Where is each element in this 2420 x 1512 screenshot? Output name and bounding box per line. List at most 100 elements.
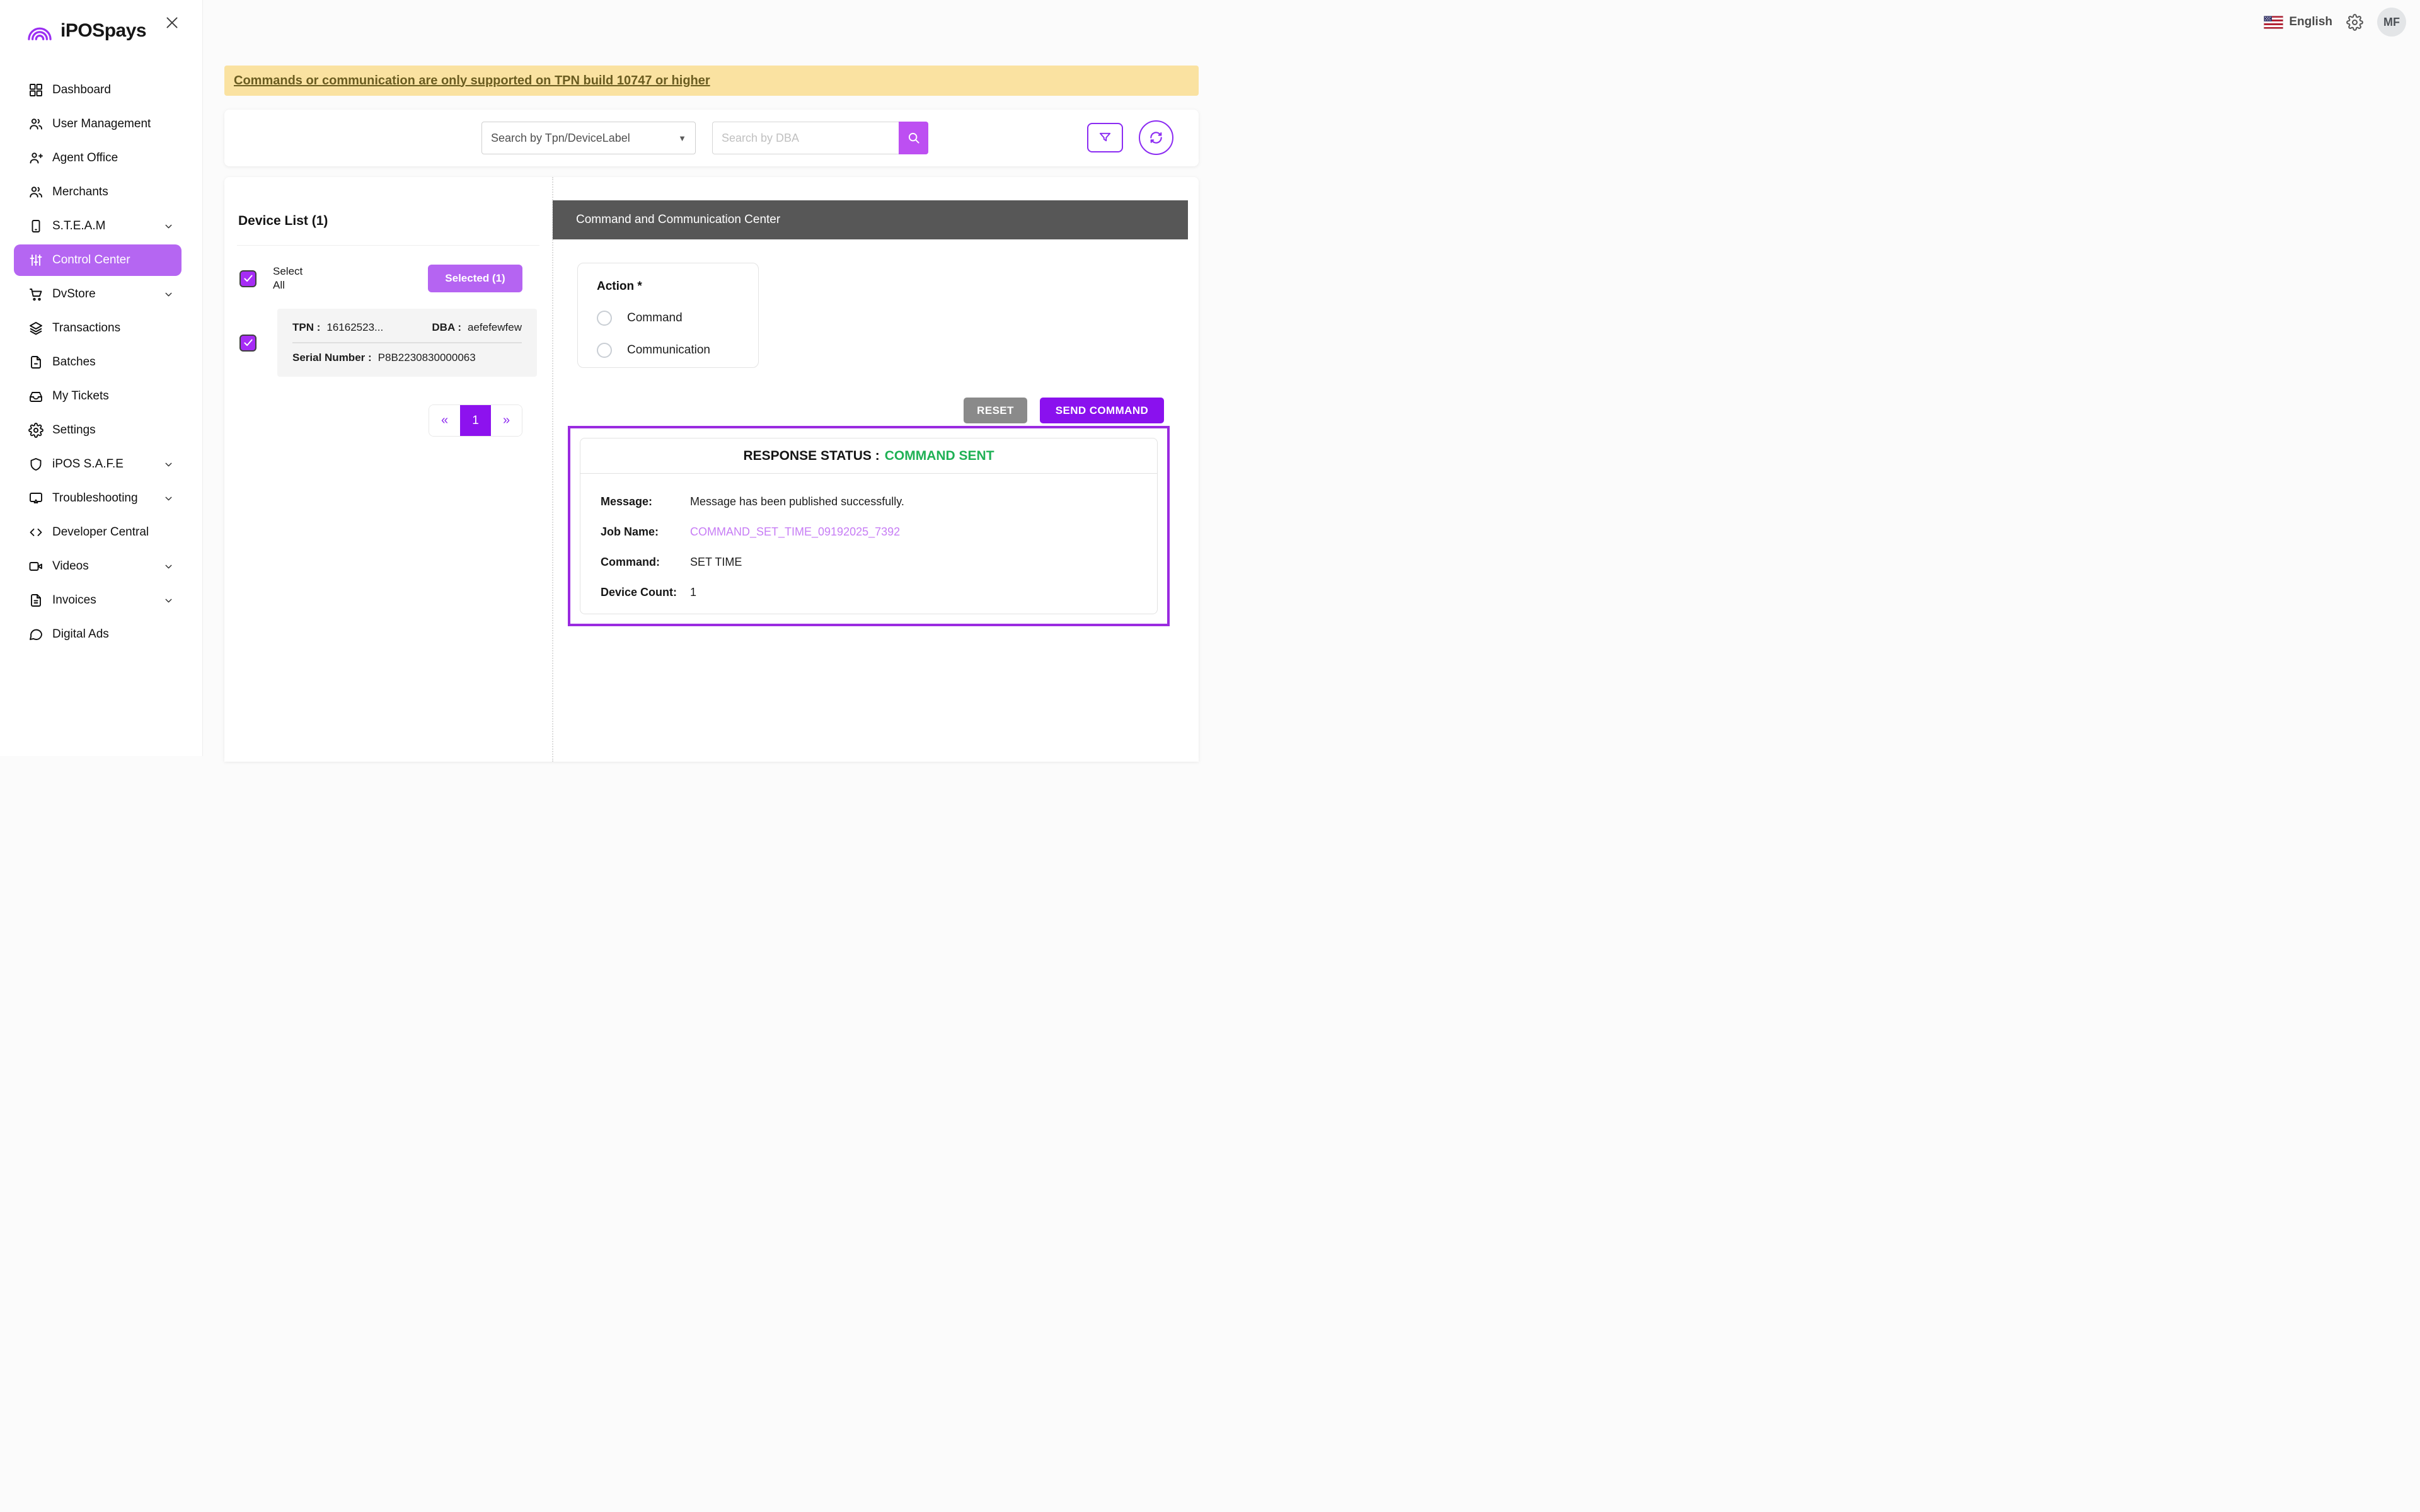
sidebar-item-user-management[interactable]: User Management [14, 108, 182, 140]
screen-share-icon [28, 491, 43, 507]
panel-divider [552, 177, 553, 762]
tpn-device-dropdown[interactable]: Search by Tpn/DeviceLabel ▼ [481, 122, 696, 154]
app-title: iPOSpays [60, 20, 146, 42]
close-icon[interactable] [163, 14, 181, 32]
sidebar-item-steam[interactable]: S.T.E.A.M [14, 210, 182, 242]
select-all-line2: All [273, 278, 302, 292]
pagination-prev-button[interactable]: « [429, 405, 460, 436]
response-row-device-count: Device Count: 1 [601, 586, 1157, 599]
sidebar-item-agent-office[interactable]: Agent Office [14, 142, 182, 174]
sidebar-item-label: Transactions [52, 321, 120, 335]
search-icon [907, 131, 921, 145]
dashboard-grid-icon [28, 83, 43, 98]
search-button[interactable] [899, 122, 928, 154]
chevron-down-icon [163, 561, 174, 572]
response-status-label: RESPONSE STATUS : [743, 449, 879, 464]
dba-label: DBA : [432, 321, 461, 334]
action-card: Action * Command Communication [577, 263, 759, 368]
shield-icon [28, 457, 43, 472]
pagination-next-button[interactable]: » [491, 405, 522, 436]
tpn-value: 16162523... [326, 321, 383, 334]
device-list-title: Device List (1) [238, 214, 552, 229]
sidebar-item-dvstore[interactable]: DvStore [14, 278, 182, 310]
sidebar-item-label: Videos [52, 559, 89, 573]
divider [237, 245, 539, 246]
video-camera-icon [28, 559, 43, 575]
selected-count-button[interactable]: Selected (1) [428, 265, 522, 292]
device-list-panel: Device List (1) Select All Selected (1) [224, 177, 552, 762]
response-status-value: COMMAND SENT [885, 449, 994, 464]
device-checkbox[interactable] [239, 335, 256, 352]
sidebar-item-batches[interactable]: Batches [14, 346, 182, 378]
refresh-button[interactable] [1139, 120, 1173, 155]
radio-label: Command [627, 311, 683, 325]
reset-button[interactable]: RESET [964, 398, 1027, 423]
job-name-link[interactable]: COMMAND_SET_TIME_09192025_7392 [690, 525, 900, 539]
response-inner-card: RESPONSE STATUS : COMMAND SENT Message: … [580, 438, 1158, 614]
sidebar-item-label: Dashboard [52, 83, 111, 97]
response-row-value: SET TIME [690, 556, 742, 569]
device-card-bottom-line: Serial Number : P8B2230830000063 [292, 352, 522, 364]
refresh-sync-icon [1148, 129, 1165, 146]
filter-button[interactable] [1087, 123, 1123, 152]
action-label: Action * [597, 280, 739, 294]
response-row-value: Message has been published successfully. [690, 495, 904, 508]
sidebar-item-settings[interactable]: Settings [14, 415, 182, 446]
send-command-button[interactable]: SEND COMMAND [1040, 398, 1164, 423]
dropdown-selected-value: Search by Tpn/DeviceLabel [491, 132, 630, 145]
command-center-header: Command and Communication Center [553, 200, 1188, 239]
radio-button-icon[interactable] [597, 343, 612, 358]
response-row-value: 1 [690, 586, 696, 599]
serial-label: Serial Number : [292, 352, 372, 364]
sidebar-item-label: DvStore [52, 287, 96, 301]
chevron-down-icon [163, 595, 174, 606]
sidebar-item-label: My Tickets [52, 389, 109, 403]
sidebar-item-ipos-safe[interactable]: iPOS S.A.F.E [14, 449, 182, 480]
select-all-label: Select All [273, 265, 302, 292]
search-dba-input[interactable] [712, 122, 899, 154]
device-card[interactable]: TPN : 16162523... DBA : aefefewfew Seria… [277, 309, 537, 377]
banner-link[interactable]: Commands or communication are only suppo… [234, 74, 710, 88]
sidebar-item-label: Agent Office [52, 151, 118, 165]
sidebar-item-label: User Management [52, 117, 151, 131]
pagination: « 1 » [429, 404, 522, 437]
sidebar-item-dashboard[interactable]: Dashboard [14, 74, 182, 106]
sidebar-item-label: Digital Ads [52, 627, 109, 641]
sidebar-item-merchants[interactable]: Merchants [14, 176, 182, 208]
sliders-icon [28, 253, 43, 268]
select-all-row: Select All Selected (1) [239, 265, 537, 292]
radio-option-command[interactable]: Command [597, 311, 739, 326]
sidebar-item-videos[interactable]: Videos [14, 551, 182, 582]
control-center-panel: Device List (1) Select All Selected (1) [224, 177, 1199, 762]
radio-button-icon[interactable] [597, 311, 612, 326]
chevron-down-icon [163, 493, 174, 504]
chevron-down-icon [163, 459, 174, 470]
sidebar-item-label: Control Center [52, 253, 130, 267]
checkmark-icon [243, 273, 254, 284]
response-row-label: Job Name: [601, 525, 690, 539]
device-row: TPN : 16162523... DBA : aefefewfew Seria… [239, 309, 537, 377]
sidebar-item-invoices[interactable]: Invoices [14, 585, 182, 616]
divider [292, 342, 522, 343]
sidebar-item-label: Merchants [52, 185, 108, 199]
pagination-page-1[interactable]: 1 [460, 405, 491, 436]
sidebar-item-developer-central[interactable]: Developer Central [14, 517, 182, 548]
sidebar-item-label: iPOS S.A.F.E [52, 457, 124, 471]
sidebar-item-transactions[interactable]: Transactions [14, 312, 182, 344]
sidebar-item-troubleshooting[interactable]: Troubleshooting [14, 483, 182, 514]
response-row-job-name: Job Name: COMMAND_SET_TIME_09192025_7392 [601, 525, 1157, 539]
serial-value: P8B2230830000063 [378, 352, 476, 364]
cart-icon [28, 287, 43, 302]
sidebar-item-label: Batches [52, 355, 96, 369]
sidebar-item-my-tickets[interactable]: My Tickets [14, 381, 182, 412]
radio-option-communication[interactable]: Communication [597, 343, 739, 358]
sidebar-item-control-center[interactable]: Control Center [14, 244, 182, 276]
sidebar-item-digital-ads[interactable]: Digital Ads [14, 619, 182, 650]
select-all-checkbox[interactable] [239, 270, 256, 287]
users-icon [28, 117, 43, 132]
tablet-icon [28, 219, 43, 234]
search-toolbar: Search by Tpn/DeviceLabel ▼ [224, 110, 1199, 166]
dba-value: aefefewfew [468, 321, 522, 334]
response-row-label: Device Count: [601, 586, 690, 599]
command-center-title: Command and Communication Center [576, 213, 780, 227]
